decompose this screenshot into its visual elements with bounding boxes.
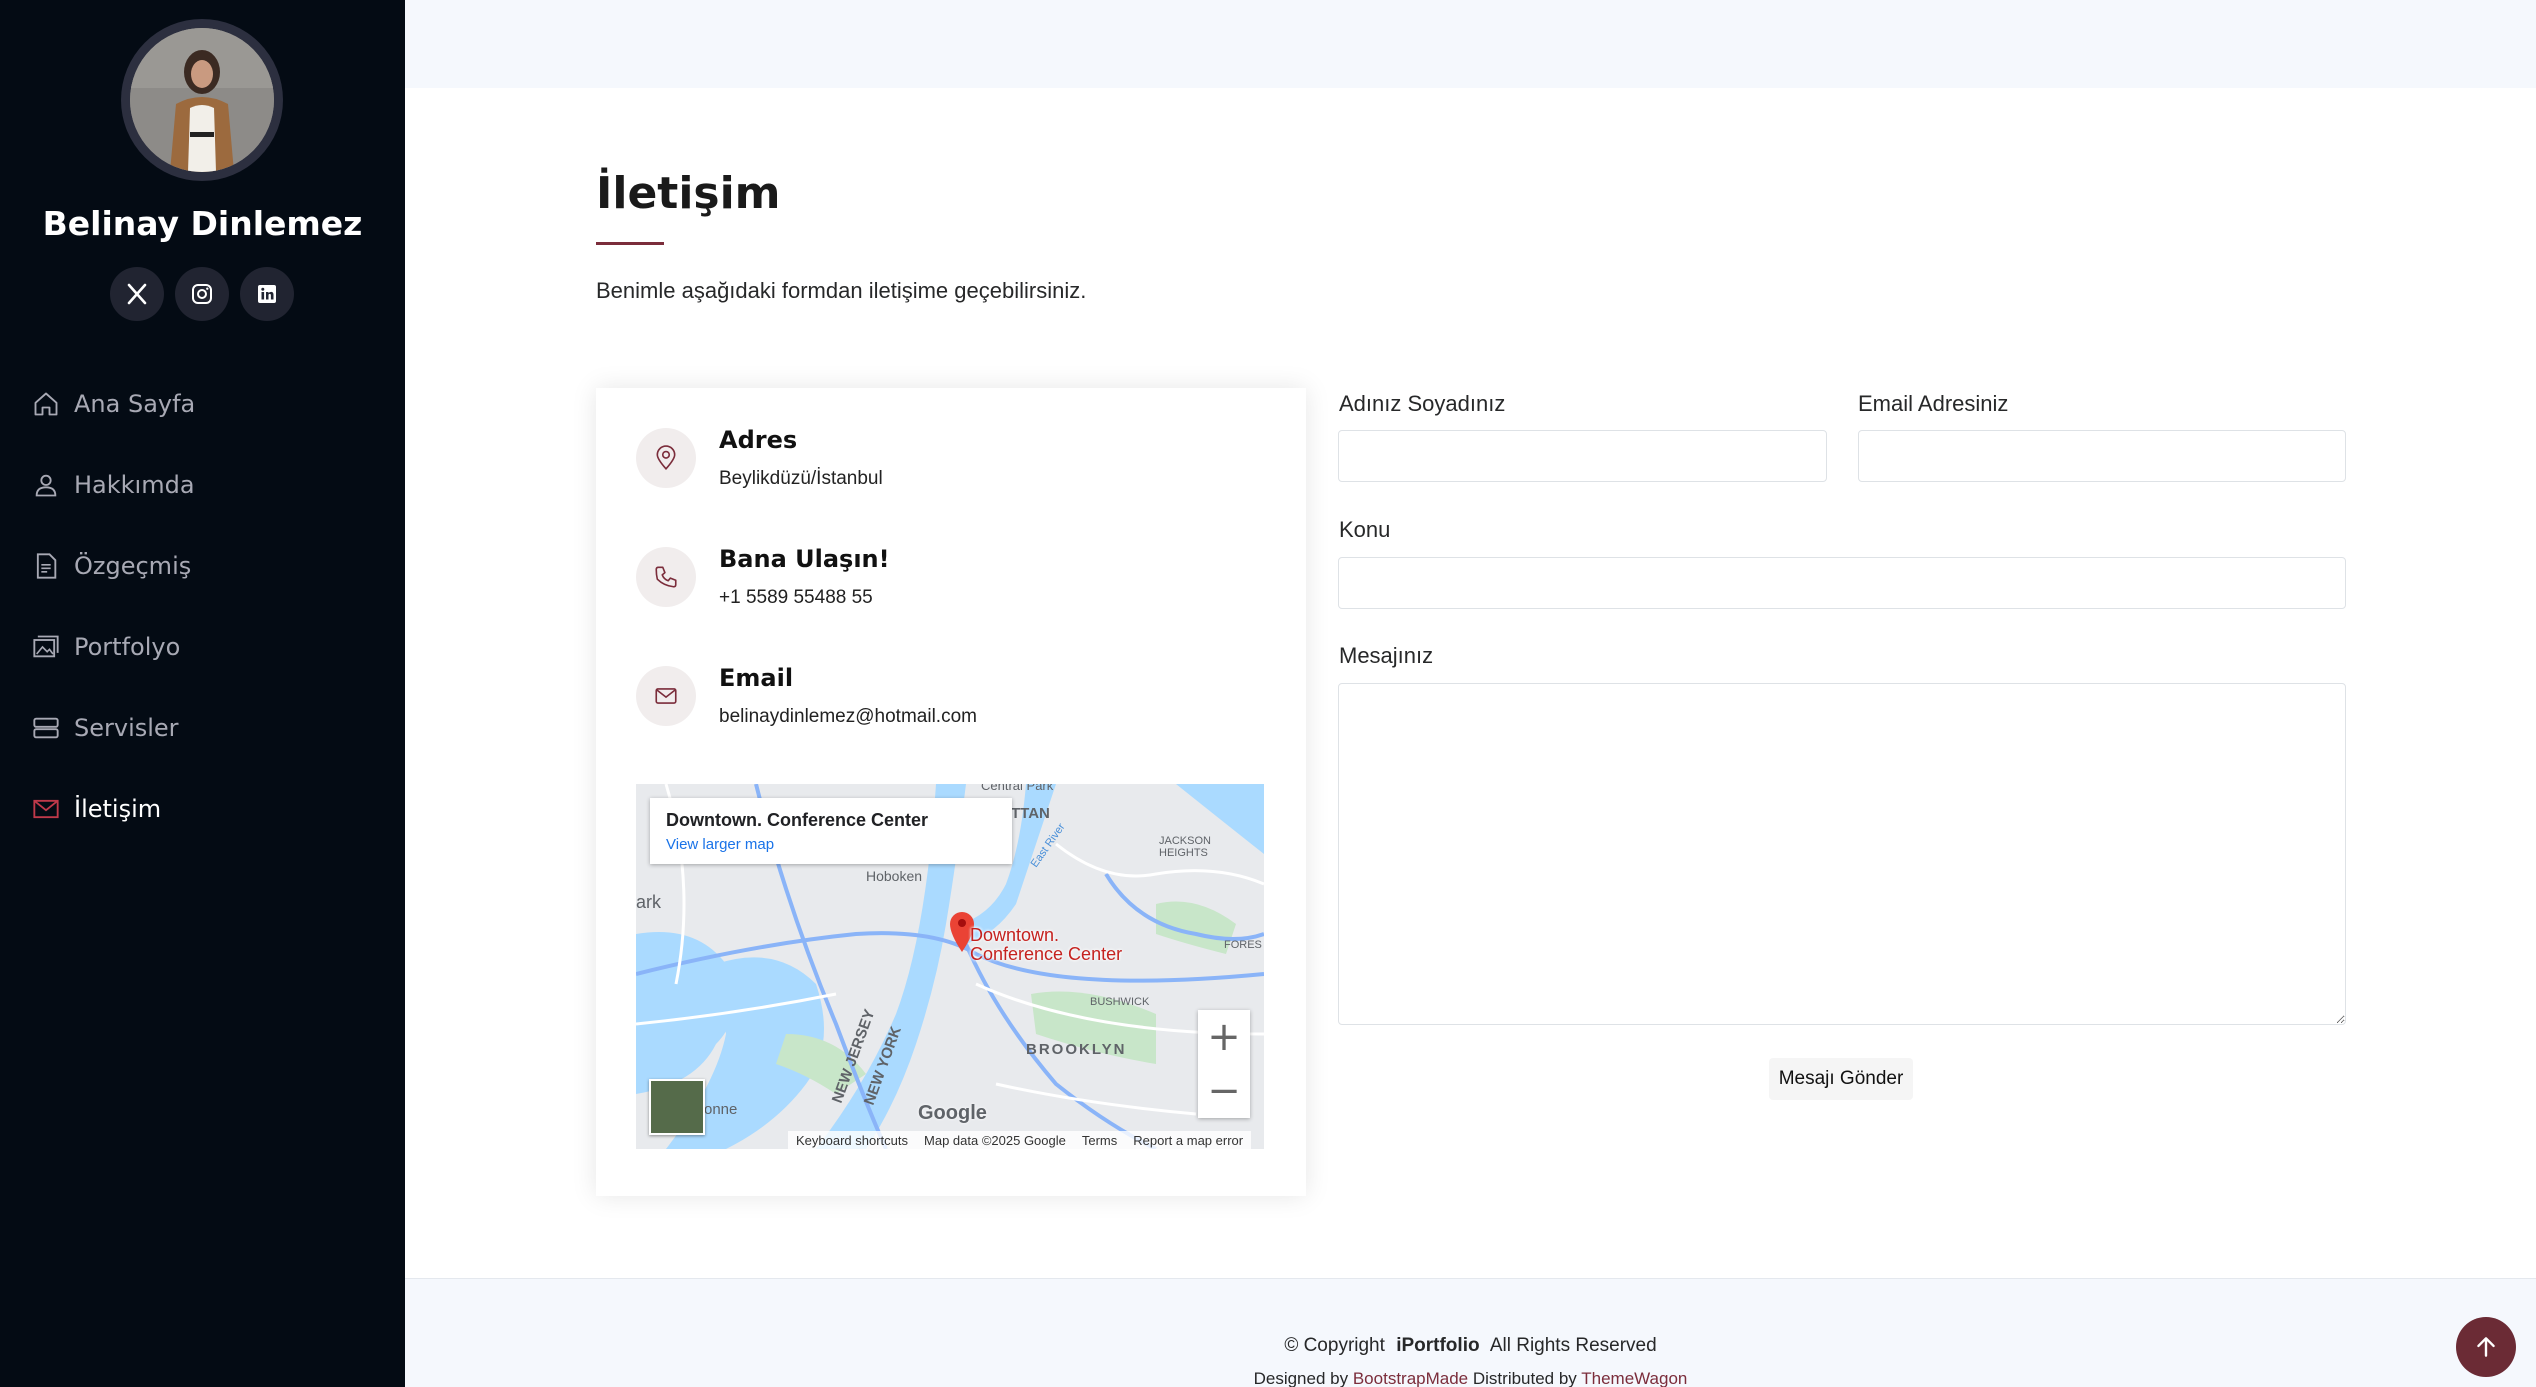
- subject-label: Konu: [1339, 517, 1391, 542]
- file-text-icon: [36, 552, 57, 579]
- info-email: Email belinaydinlemez@hotmail.com: [636, 664, 977, 728]
- submit-button[interactable]: Mesajı Gönder: [1769, 1058, 1913, 1100]
- nav-item-ozgecmis[interactable]: Özgeçmiş: [32, 525, 195, 606]
- phone-value: +1 5589 55488 55: [719, 587, 873, 608]
- subject-input[interactable]: [1338, 557, 2346, 609]
- section-description: Benimle aşağıdaki formdan iletişime geçe…: [596, 278, 1087, 303]
- contact-info-card: Adres Beylikdüzü/İstanbul Bana Ulaşın! +…: [596, 388, 1306, 1196]
- map-label: HEIGHTS: [1159, 847, 1208, 859]
- pin-label-line: Conference Center: [970, 944, 1123, 964]
- view-larger-map-link[interactable]: View larger map: [666, 836, 996, 853]
- nav-item-portfolyo[interactable]: Portfolyo: [32, 606, 195, 687]
- map-label: onne: [704, 1101, 737, 1118]
- google-logo: Google: [918, 1102, 987, 1124]
- brand-name: iPortfolio: [1396, 1335, 1480, 1356]
- zoom-in-button[interactable]: +: [1198, 1010, 1250, 1064]
- nav-item-servisler[interactable]: Servisler: [32, 687, 195, 768]
- house-icon: [34, 392, 58, 415]
- map-label: Central Park: [981, 784, 1054, 793]
- instagram-link[interactable]: [175, 267, 229, 321]
- server-icon: [33, 717, 59, 738]
- google-map[interactable]: Hoboken JACKSON HEIGHTS BROOKLYN BUSHWIC…: [636, 784, 1264, 1149]
- keyboard-shortcuts-link[interactable]: Keyboard shortcuts: [796, 1133, 908, 1148]
- main-nav: Ana Sayfa Hakkımda Özgeçmiş Portfolyo Se…: [32, 363, 195, 849]
- nav-item-label: Hakkımda: [74, 470, 195, 499]
- map-label: Hoboken: [866, 868, 922, 884]
- images-icon: [33, 635, 59, 657]
- instagram-icon: [192, 284, 212, 304]
- person-icon: [35, 474, 57, 496]
- info-address: Adres Beylikdüzü/İstanbul: [636, 426, 883, 490]
- nav-item-label: Ana Sayfa: [74, 389, 196, 418]
- x-twitter-icon: [127, 283, 147, 305]
- designed-by-text: Designed by: [1253, 1369, 1349, 1387]
- map-zoom-control: + −: [1198, 1010, 1250, 1118]
- map-label: BUSHWICK: [1090, 996, 1150, 1008]
- pin-label-line: Downtown.: [970, 925, 1060, 945]
- nav-item-label: Özgeçmiş: [74, 551, 192, 580]
- linkedin-icon: [258, 285, 276, 303]
- address-value: Beylikdüzü/İstanbul: [719, 468, 883, 489]
- envelope-icon: [636, 666, 696, 726]
- email-value: belinaydinlemez@hotmail.com: [719, 706, 977, 727]
- x-twitter-link[interactable]: [110, 267, 164, 321]
- rights-text: All Rights Reserved: [1489, 1335, 1657, 1356]
- address-title: Adres: [719, 426, 798, 454]
- nav-item-ana-sayfa[interactable]: Ana Sayfa: [32, 363, 195, 444]
- map-label: FORES: [1224, 939, 1262, 951]
- avatar: [130, 28, 274, 172]
- satellite-toggle-button[interactable]: [649, 1079, 705, 1135]
- credits: Designed by BootstrapMade Distributed by…: [405, 1369, 2536, 1387]
- nav-item-iletisim[interactable]: İletişim: [32, 768, 195, 849]
- avatar-frame: [121, 19, 283, 181]
- distributed-by-text: Distributed by: [1472, 1369, 1577, 1387]
- copyright: © Copyright iPortfolio All Rights Reserv…: [405, 1335, 2536, 1357]
- email-label: Email Adresiniz: [1858, 391, 2009, 416]
- social-links: [110, 267, 294, 321]
- map-data-text: Map data ©2025 Google: [924, 1132, 1066, 1148]
- title-underline: [596, 242, 664, 245]
- section-title: İletişim: [596, 168, 781, 219]
- zoom-out-button[interactable]: −: [1198, 1064, 1250, 1118]
- email-title: Email: [719, 664, 794, 692]
- telephone-icon: [636, 547, 696, 607]
- linkedin-link[interactable]: [240, 267, 294, 321]
- popup-place-name: Downtown. Conference Center: [666, 810, 929, 830]
- message-textarea[interactable]: [1338, 683, 2346, 1025]
- nav-item-label: Portfolyo: [74, 632, 181, 661]
- report-map-error-link[interactable]: Report a map error: [1133, 1133, 1243, 1148]
- themewagon-link[interactable]: ThemeWagon: [1581, 1369, 1687, 1387]
- nav-item-label: İletişim: [74, 794, 162, 823]
- top-band: [405, 0, 2536, 88]
- name-input[interactable]: [1338, 430, 1827, 482]
- name-label: Adınız Soyadınız: [1339, 391, 1506, 416]
- map-attribution: Keyboard shortcuts Map data ©2025 Google…: [788, 1131, 1252, 1149]
- map-label: ark: [636, 892, 662, 912]
- pin-label: Downtown. Conference Center: [970, 926, 1122, 964]
- email-input[interactable]: [1858, 430, 2346, 482]
- geo-pin-icon: [636, 428, 696, 488]
- nav-item-hakkimda[interactable]: Hakkımda: [32, 444, 195, 525]
- map-label: TTAN: [1011, 805, 1050, 822]
- footer: © Copyright iPortfolio All Rights Reserv…: [405, 1278, 2536, 1387]
- profile-name: Belinay Dinlemez: [42, 204, 363, 243]
- map-label: JACKSON: [1159, 835, 1211, 847]
- copyright-prefix: © Copyright: [1284, 1335, 1385, 1356]
- sidebar: Belinay Dinlemez Ana Sayfa Hakkımda Özge…: [0, 0, 405, 1387]
- info-phone: Bana Ulaşın! +1 5589 55488 55: [636, 545, 890, 609]
- nav-item-label: Servisler: [74, 713, 179, 742]
- phone-title: Bana Ulaşın!: [719, 545, 890, 573]
- terms-link[interactable]: Terms: [1082, 1133, 1117, 1148]
- map-label: BROOKLYN: [1026, 1041, 1126, 1058]
- arrow-up-icon: [2477, 1337, 2495, 1357]
- bootstrapmade-link[interactable]: BootstrapMade: [1353, 1369, 1468, 1387]
- envelope-icon: [33, 799, 59, 818]
- back-to-top-button[interactable]: [2456, 1317, 2516, 1377]
- message-label: Mesajınız: [1339, 643, 1434, 668]
- map-info-popup: Downtown. Conference Center View larger …: [650, 798, 1012, 864]
